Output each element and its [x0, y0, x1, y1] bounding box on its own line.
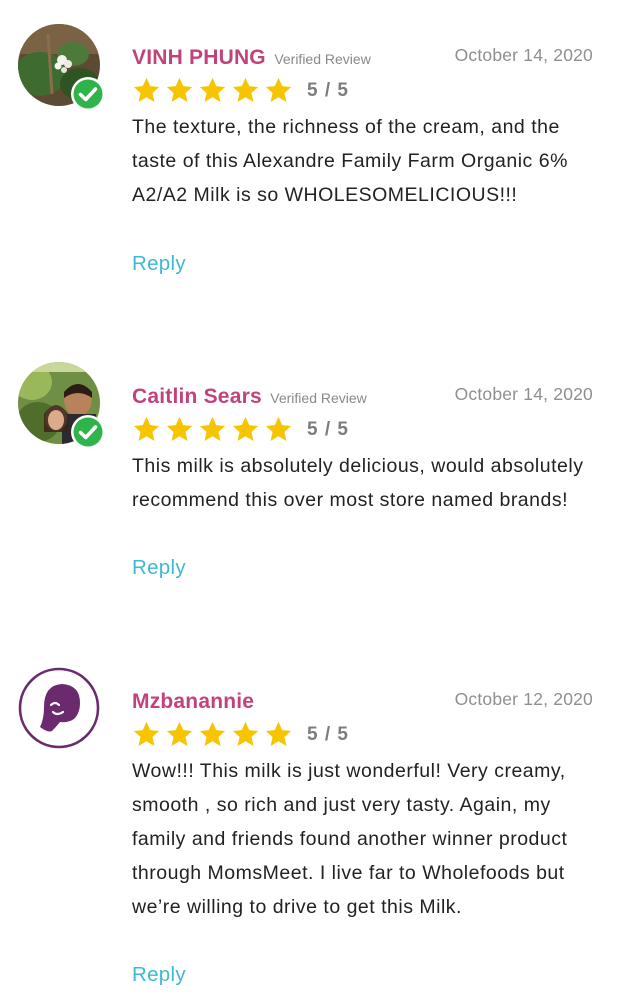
star-icon — [265, 77, 292, 102]
verified-check-icon — [70, 76, 106, 112]
avatar[interactable] — [18, 667, 100, 749]
star-icon — [199, 77, 226, 102]
rating-score: 5 / 5 — [307, 418, 349, 440]
avatar[interactable] — [18, 362, 105, 449]
avatar[interactable] — [18, 24, 105, 111]
star-icon — [199, 416, 226, 441]
star-icon — [166, 416, 193, 441]
star-icon — [232, 416, 259, 441]
star-icon — [265, 416, 292, 441]
default-avatar-icon — [18, 667, 100, 749]
review-text: Wow!!! This milk is just wonderful! Very… — [132, 760, 568, 918]
star-icon — [232, 77, 259, 102]
review-date: October 14, 2020 — [454, 45, 593, 65]
star-rating: 5 / 5 — [132, 720, 349, 749]
review-date: October 14, 2020 — [454, 384, 593, 404]
star-icon — [166, 77, 193, 102]
star-rating: 5 / 5 — [132, 76, 349, 105]
star-icon — [133, 721, 160, 746]
star-icon — [133, 77, 160, 102]
review-text: This milk is absolutely delicious, would… — [132, 455, 584, 511]
star-rating: 5 / 5 — [132, 415, 349, 444]
rating-score: 5 / 5 — [307, 723, 349, 745]
star-icon — [133, 416, 160, 441]
reviewer-header: Mzbanannie — [132, 690, 254, 714]
reply-link[interactable]: Reply — [132, 252, 186, 276]
reply-link[interactable]: Reply — [132, 963, 186, 987]
rating-score: 5 / 5 — [307, 79, 349, 101]
star-icon — [265, 721, 292, 746]
star-icon — [166, 721, 193, 746]
verified-review-label: Verified Review — [274, 51, 371, 67]
review-date: October 12, 2020 — [454, 689, 593, 709]
reviewer-header: Caitlin Sears Verified Review — [132, 385, 367, 409]
reviewer-name[interactable]: VINH PHUNG — [132, 46, 266, 69]
reply-link[interactable]: Reply — [132, 556, 186, 580]
review-text: The texture, the richness of the cream, … — [132, 116, 568, 206]
reviewer-name[interactable]: Mzbanannie — [132, 690, 254, 713]
verified-review-label: Verified Review — [270, 390, 367, 406]
reviewer-name[interactable]: Caitlin Sears — [132, 385, 262, 408]
verified-check-icon — [70, 414, 106, 450]
star-icon — [232, 721, 259, 746]
reviewer-header: VINH PHUNG Verified Review — [132, 46, 371, 70]
star-icon — [199, 721, 226, 746]
